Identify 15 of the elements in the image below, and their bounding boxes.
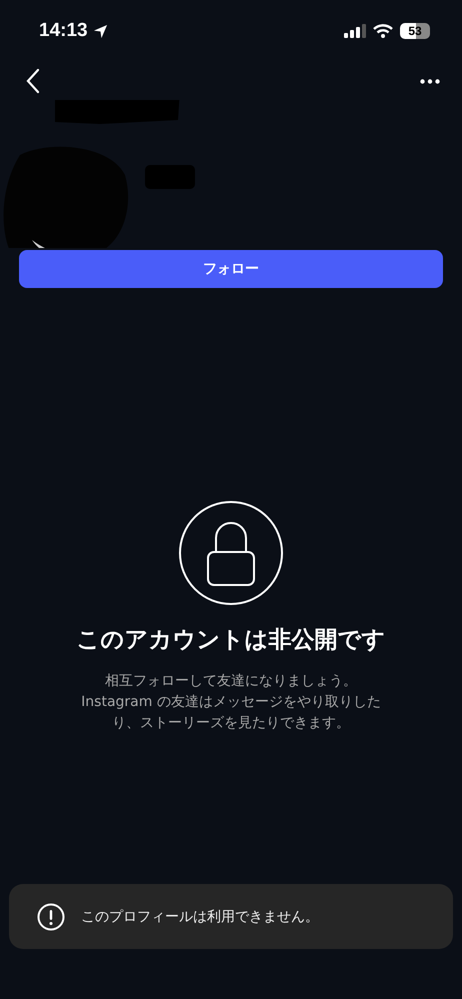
- private-account-title: このアカウントは非公開です: [76, 626, 386, 655]
- description-line: 相互フォローして友達になりましょう。: [105, 672, 357, 691]
- description-line: り、ストーリーズを見たりできます。: [112, 714, 350, 733]
- signal-icon: [344, 24, 366, 38]
- wifi-icon: [373, 24, 393, 38]
- description-line: Instagram の友達はメッセージをやり取りした: [81, 693, 381, 712]
- follow-button[interactable]: フォロー: [19, 250, 443, 288]
- more-icon[interactable]: [420, 78, 440, 84]
- status-time: 14:13: [39, 20, 88, 42]
- back-icon[interactable]: [26, 68, 40, 94]
- alert-icon: [37, 902, 65, 930]
- lock-icon: [178, 500, 284, 606]
- location-arrow-icon: [92, 24, 108, 38]
- battery-indicator: 53: [400, 23, 430, 39]
- toast-message: このプロフィールは利用できません。: [81, 908, 319, 926]
